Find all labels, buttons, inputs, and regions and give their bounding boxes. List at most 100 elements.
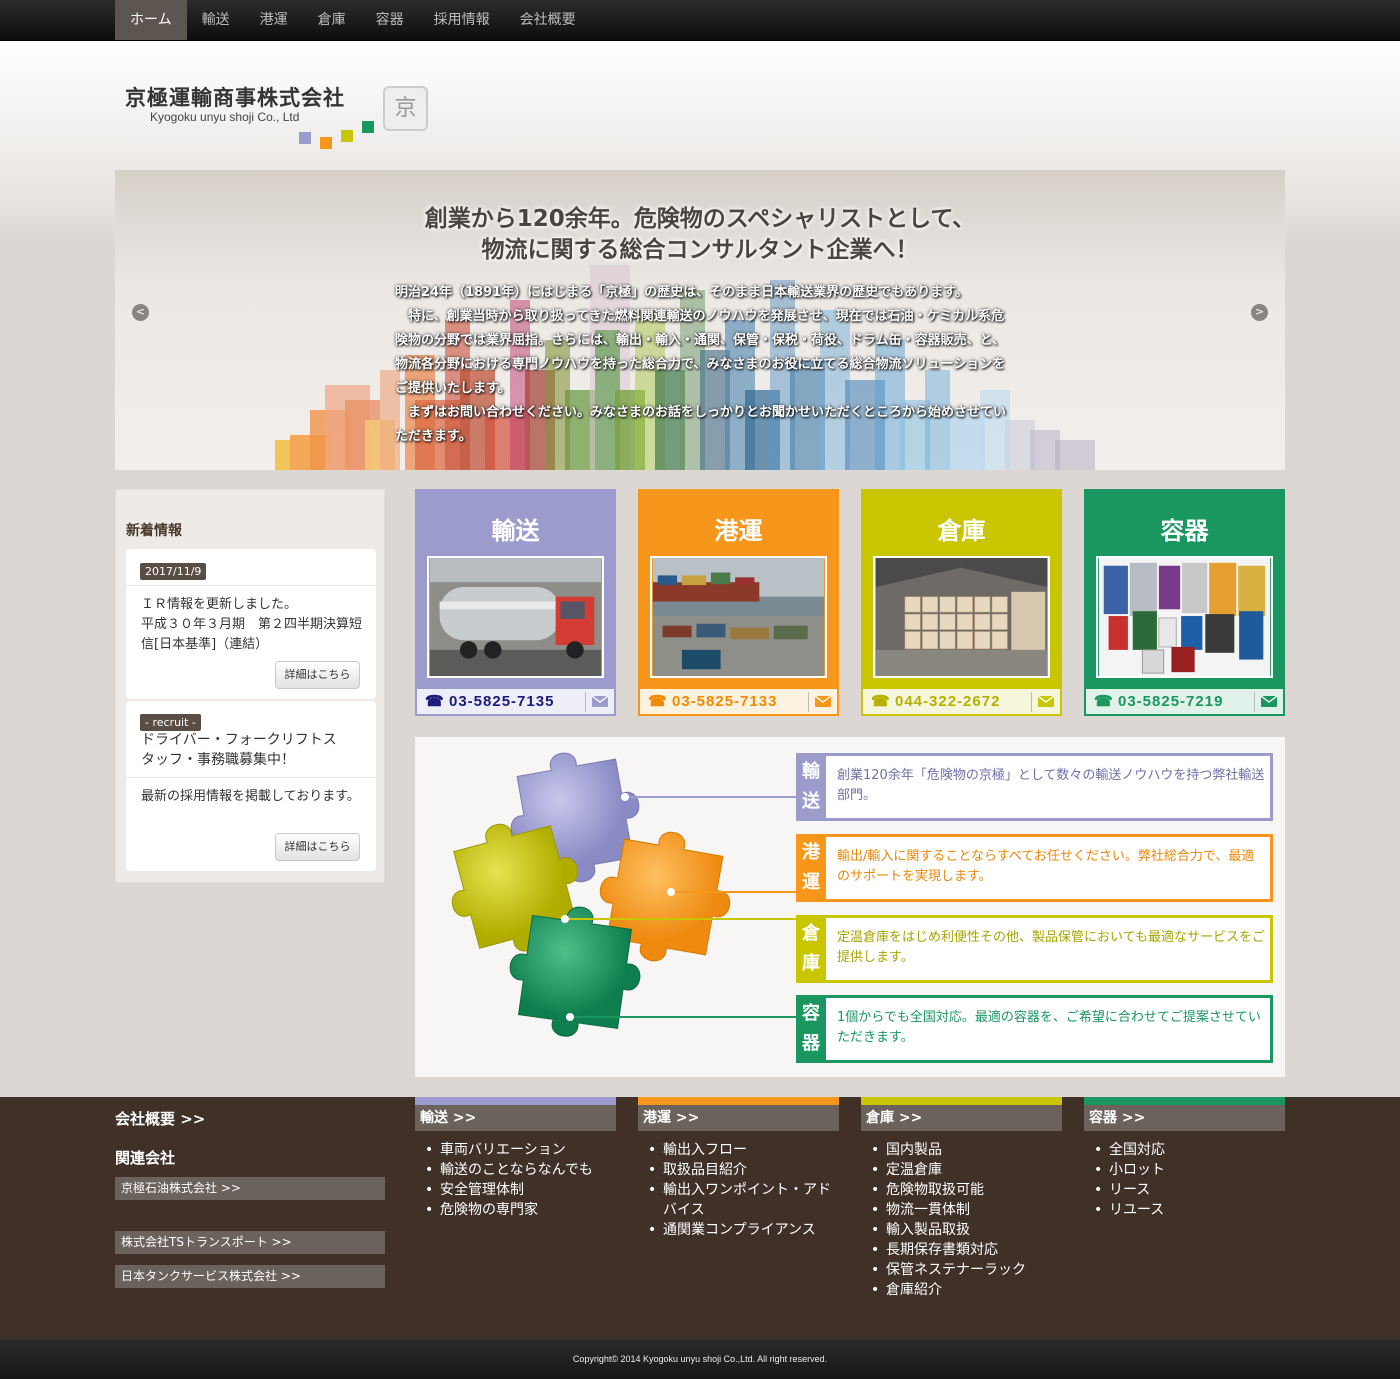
nav-item-transport[interactable]: 輸送 — [187, 0, 245, 40]
hero-title-line1: 創業から120余年。危険物のスペシャリストとして、 — [424, 206, 976, 232]
overview-box-label: 倉 庫 — [796, 915, 826, 983]
warehouse-interior-photo — [873, 556, 1050, 678]
service-overview-panel: 輸 送 創業120余年「危険物の京極」として数々の輸送ノウハウを持つ弊社輸送部門… — [415, 737, 1285, 1077]
divider — [1031, 692, 1032, 712]
footer-company-link[interactable]: 会社概要 >> — [115, 1108, 205, 1129]
overview-box-label: 港 運 — [796, 834, 826, 902]
tile-header: 港運 — [638, 489, 839, 689]
recruit-detail-button[interactable]: 詳細はこちら — [275, 833, 360, 861]
footer-link[interactable]: 安全管理体制 — [415, 1180, 616, 1200]
column-color-bar — [638, 1097, 839, 1105]
nav-item-port[interactable]: 港運 — [245, 0, 303, 40]
tile-phone-bar: ☎ 044-322-2672 — [861, 689, 1062, 716]
footer-link[interactable]: 危険物取扱可能 — [861, 1180, 1062, 1200]
nav-item-warehouse[interactable]: 倉庫 — [303, 0, 361, 40]
label-char: 港 — [802, 842, 820, 863]
footer-link[interactable]: 通関業コンプライアンス — [638, 1220, 839, 1240]
related-company-link[interactable]: 京極石油株式会社 >> — [115, 1177, 385, 1200]
overview-box-text: 定温倉庫をはじめ利便性その他、製品保管においても最適なサービスをご提供します。 — [837, 930, 1265, 965]
nav-item-home[interactable]: ホーム — [115, 0, 187, 40]
service-tile-transport[interactable]: 輸送 ☎ 03-5825-7135 — [415, 489, 616, 716]
label-char: 倉 — [802, 923, 820, 944]
mail-icon[interactable] — [815, 696, 831, 707]
footer-link[interactable]: 倉庫紹介 — [861, 1280, 1062, 1300]
tile-phone-number[interactable]: 03-5825-7135 — [449, 689, 554, 714]
footer-link[interactable]: 保管ネステナーラック — [861, 1260, 1062, 1280]
tile-header: 倉庫 — [861, 489, 1062, 689]
footer-link[interactable]: 輸送のことならなんでも — [415, 1160, 616, 1180]
logo-seal-icon: 京 — [383, 86, 428, 131]
mail-icon[interactable] — [592, 696, 608, 707]
divider — [585, 692, 586, 712]
footer-link[interactable]: 長期保存書類対応 — [861, 1240, 1062, 1260]
footer-link-list: 全国対応 小ロット リース リユース — [1084, 1140, 1285, 1220]
tile-phone-number[interactable]: 03-5825-7133 — [672, 689, 777, 714]
footer-link[interactable]: リユース — [1084, 1200, 1285, 1220]
tile-phone-bar: ☎ 03-5825-7133 — [638, 689, 839, 716]
related-company-link[interactable]: 株式会社TSトランスポート >> — [115, 1231, 385, 1254]
service-tile-warehouse[interactable]: 倉庫 ☎ 044-322-2672 — [861, 489, 1062, 716]
news-item-text: 最新の採用情報を掲載しております。 — [141, 789, 360, 804]
footer-link[interactable]: 全国対応 — [1084, 1140, 1285, 1160]
footer-link[interactable]: 小ロット — [1084, 1160, 1285, 1180]
footer-link[interactable]: 輸入製品取扱 — [861, 1220, 1062, 1240]
tile-phone-number[interactable]: 044-322-2672 — [895, 689, 1000, 714]
footer-column-container: 容器 >> 全国対応 小ロット リース リユース — [1084, 1097, 1285, 1220]
overview-box-transport[interactable]: 輸 送 創業120余年「危険物の京極」として数々の輸送ノウハウを持つ弊社輸送部門… — [796, 753, 1273, 821]
container-port-photo — [650, 556, 827, 678]
footer-link[interactable]: 車両バリエーション — [415, 1140, 616, 1160]
footer-column-head[interactable]: 輸送 >> — [415, 1105, 616, 1131]
overview-box-container[interactable]: 容 器 1個からでも全国対応。最適の容器を、ご希望に合わせてご提案させていただき… — [796, 995, 1273, 1063]
footer-link[interactable]: 危険物の専門家 — [415, 1200, 616, 1220]
tile-title: 港運 — [714, 517, 763, 545]
divider — [126, 777, 376, 778]
footer-link[interactable]: 定温倉庫 — [861, 1160, 1062, 1180]
footer-column-head[interactable]: 倉庫 >> — [861, 1105, 1062, 1131]
phone-icon: ☎ — [1094, 693, 1113, 710]
related-company-link[interactable]: 日本タンクサービス株式会社 >> — [115, 1265, 385, 1288]
overview-box-port[interactable]: 港 運 輸出/輸入に関することならすべてお任せください。弊社総合力で、最適のサポ… — [796, 834, 1273, 902]
footer-related-title: 関連会社 — [115, 1149, 176, 1167]
footer-link[interactable]: 輸出入ワンポイント・アドバイス — [638, 1180, 839, 1220]
column-color-bar — [415, 1097, 616, 1105]
top-nav: ホーム 輸送 港運 倉庫 容器 採用情報 会社概要 — [0, 0, 1400, 41]
news-item-text[interactable]: ＩＲ情報を更新しました。 平成３０年３月期 第２四半期決算短信[日本基準]（連結… — [141, 595, 363, 655]
mail-icon[interactable] — [1261, 696, 1277, 707]
overview-box-text: 創業120余年「危険物の京極」として数々の輸送ノウハウを持つ弊社輸送部門。 — [837, 768, 1265, 803]
footer-link[interactable]: 取扱品目紹介 — [638, 1160, 839, 1180]
column-color-bar — [861, 1097, 1062, 1105]
mail-icon[interactable] — [1038, 696, 1054, 707]
footer-link[interactable]: 輸出入フロー — [638, 1140, 839, 1160]
service-tile-container[interactable]: 容器 ☎ 03-5825-7219 — [1084, 489, 1285, 716]
logo-square-green — [362, 121, 374, 133]
nav-item-recruit[interactable]: 採用情報 — [419, 0, 505, 40]
footer-column-head[interactable]: 容器 >> — [1084, 1105, 1285, 1131]
nav-item-company[interactable]: 会社概要 — [505, 0, 591, 40]
hero-paragraph: まずはお問い合わせください。みなさまのお話をしっかりとお聞かせいただくところから… — [395, 405, 1007, 444]
overview-box-label: 輸 送 — [796, 753, 826, 821]
label-char: 庫 — [802, 953, 820, 974]
recruit-headline[interactable]: ドライバー・フォークリフトスタッフ・事務職募集中！ — [141, 730, 346, 770]
tile-phone-number[interactable]: 03-5825-7219 — [1118, 689, 1223, 714]
hero-paragraph: 特に、創業当時から取り扱ってきた燃料関連輸送のノウハウを発展させ、現在では石油・… — [395, 309, 1006, 396]
copyright-bar: Copyright© 2014 Kyogoku unyu shoji Co.,L… — [0, 1339, 1400, 1379]
slider-next-arrow-icon[interactable]: > — [1251, 304, 1268, 321]
drums-and-cans-photo — [1096, 556, 1273, 678]
slider-prev-arrow-icon[interactable]: < — [132, 304, 149, 321]
nav-item-container[interactable]: 容器 — [361, 0, 419, 40]
hero-description: 明治24年（1891年）にはじまる「京極」の歴史は、そのまま日本輸送業界の歴史で… — [395, 281, 1015, 449]
label-char: 送 — [802, 791, 820, 812]
divider — [1254, 692, 1255, 712]
overview-box-warehouse[interactable]: 倉 庫 定温倉庫をはじめ利便性その他、製品保管においても最適なサービスをご提供し… — [796, 915, 1273, 983]
footer-column-head[interactable]: 港運 >> — [638, 1105, 839, 1131]
footer-link[interactable]: 物流一貫体制 — [861, 1200, 1062, 1220]
footer-link[interactable]: 国内製品 — [861, 1140, 1062, 1160]
company-logo[interactable]: 京極運輸商事株式会社 Kyogoku unyu shoji Co., Ltd 京 — [125, 82, 435, 152]
tile-header: 輸送 — [415, 489, 616, 689]
overview-box-text: 輸出/輸入に関することならすべてお任せください。弊社総合力で、最適のサポートを実… — [837, 849, 1255, 884]
service-tile-port[interactable]: 港運 ☎ 03-5825-7133 — [638, 489, 839, 716]
news-detail-button[interactable]: 詳細はこちら — [275, 661, 360, 689]
tile-header: 容器 — [1084, 489, 1285, 689]
footer-link[interactable]: リース — [1084, 1180, 1285, 1200]
news-item: - recruit - ドライバー・フォークリフトスタッフ・事務職募集中！ 最新… — [126, 701, 376, 871]
